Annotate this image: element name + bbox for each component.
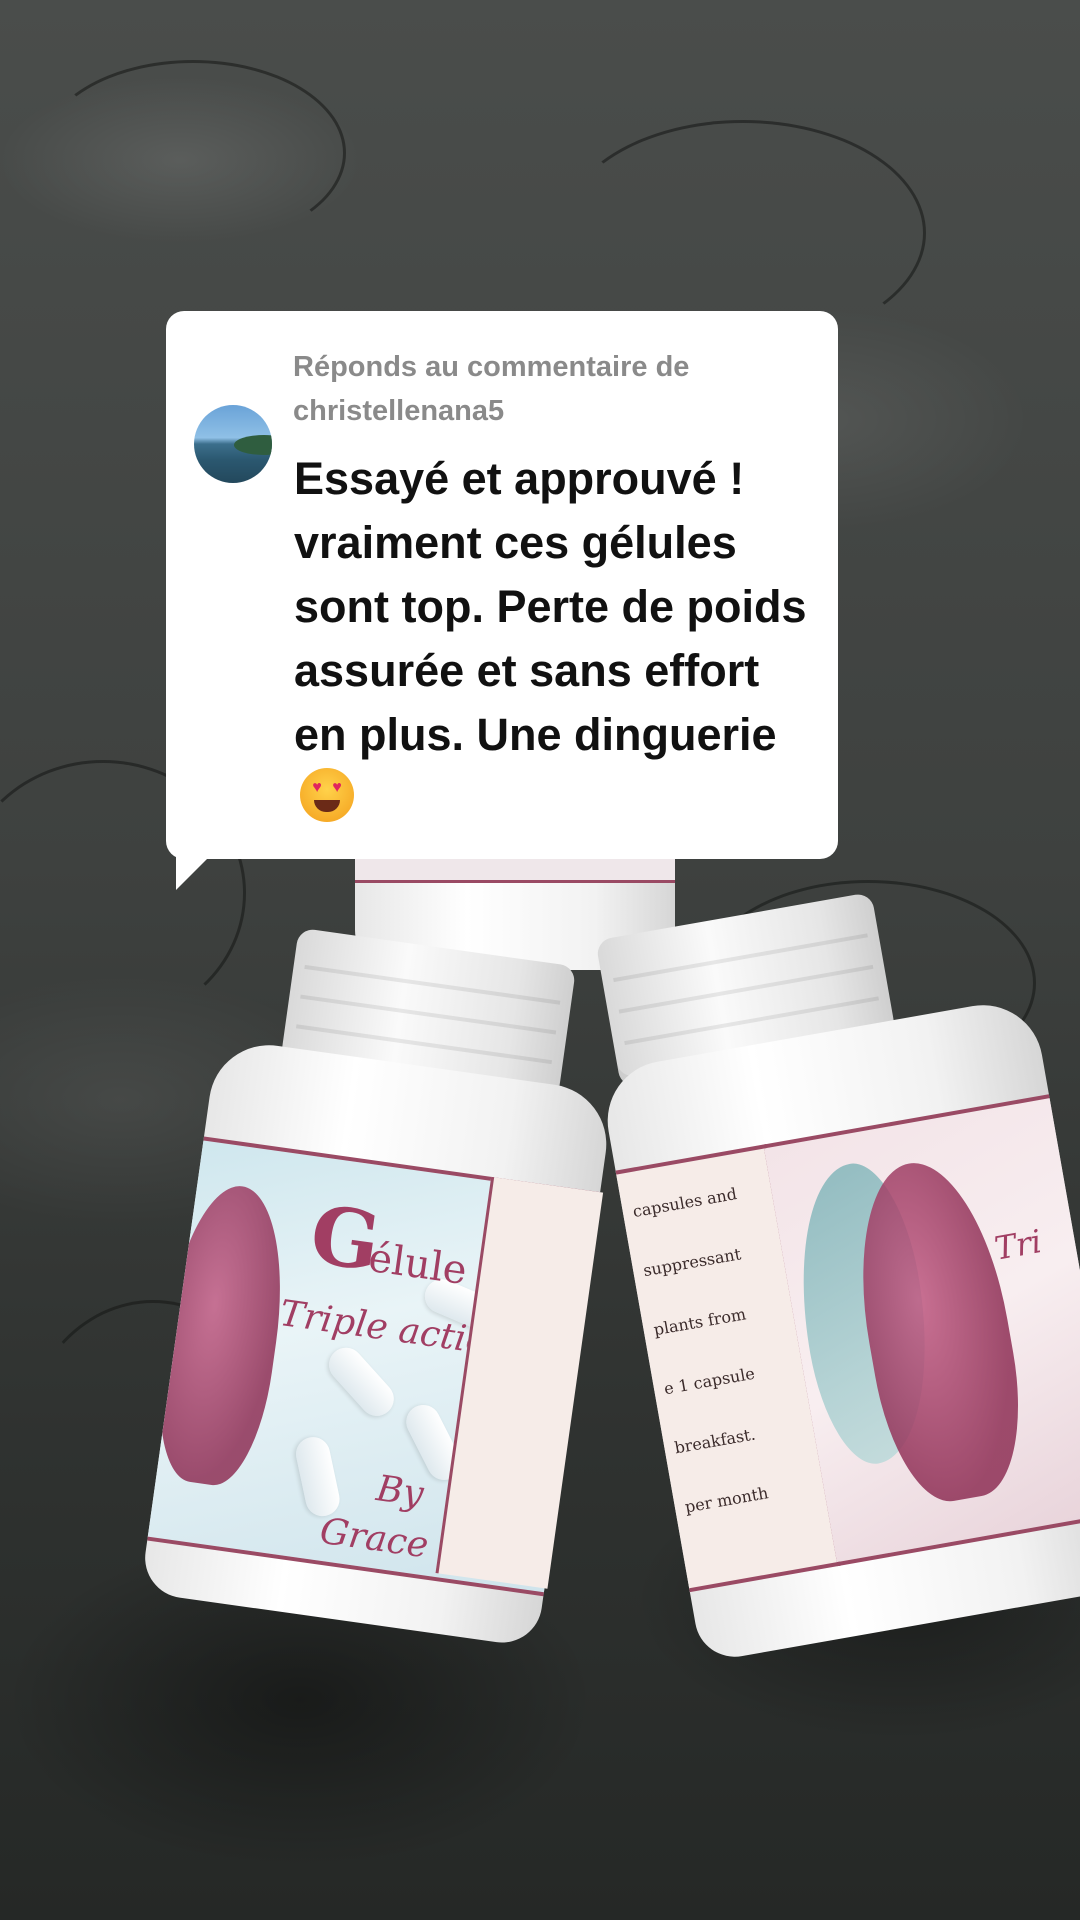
bubble-tail [176, 846, 220, 890]
reply-to-label: Réponds au commentaire de christellenana… [293, 351, 690, 427]
right-bottle: capsules and suppressant plants from e 1… [576, 868, 1080, 1713]
product-name-partial: Tri [991, 1222, 1045, 1268]
product-name-line1: élule [365, 1234, 470, 1295]
by-text: By [373, 1468, 426, 1516]
smiling-face-with-heart-eyes-icon: ♥ ♥ [300, 768, 354, 822]
left-bottle: G élule Triple action By Grace [89, 913, 630, 1727]
stone-vein [40, 60, 346, 246]
comment-text: Essayé et approuvé ! vraiment ces gélule… [294, 453, 807, 760]
photo-background: G élule Triple action By Grace capsules … [0, 0, 1080, 1920]
maker-name: Grace [317, 1510, 431, 1567]
comment-body: Essayé et approuvé ! vraiment ces gélule… [294, 447, 814, 831]
commenter-avatar[interactable] [194, 405, 272, 483]
